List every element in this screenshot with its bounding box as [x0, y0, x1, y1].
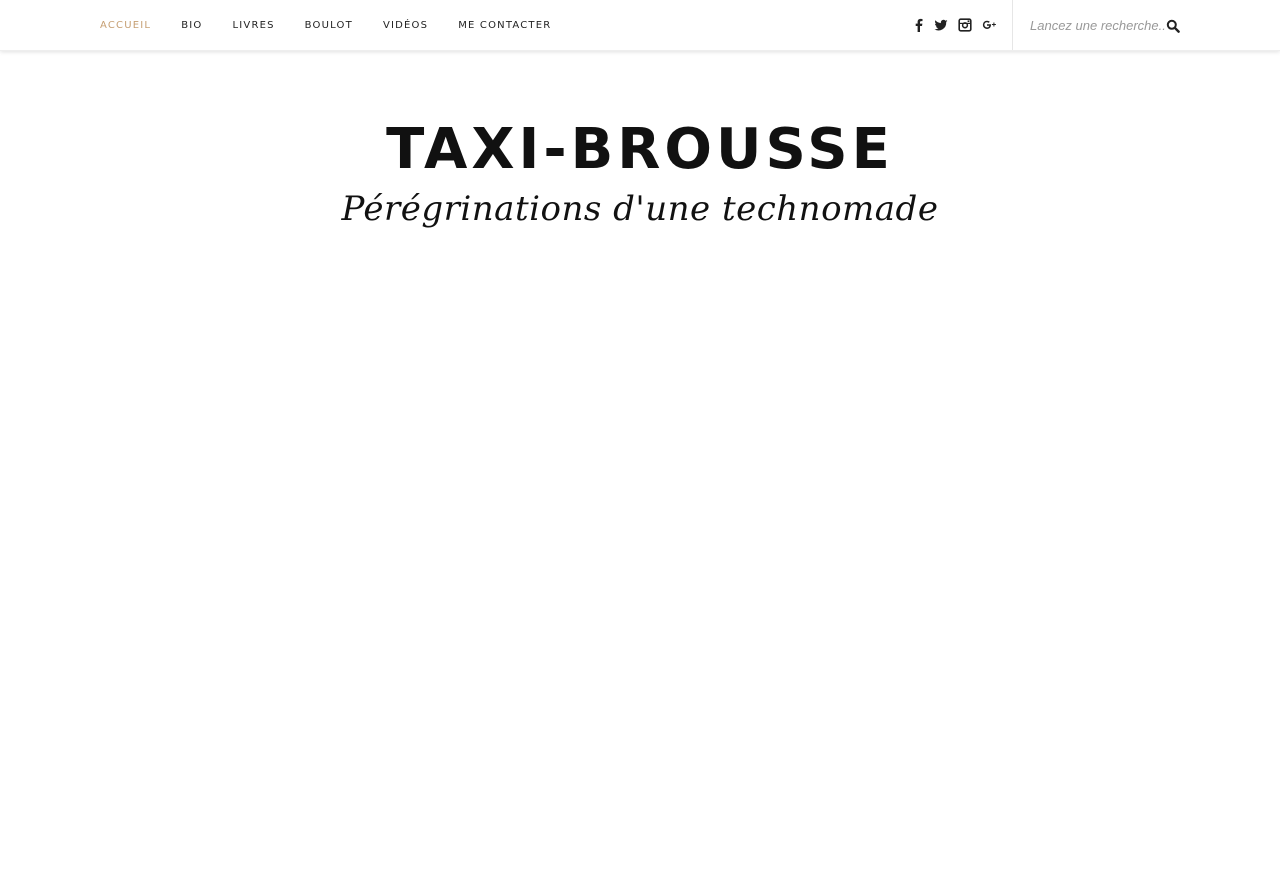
nav-item-livres[interactable]: LIVRES: [232, 20, 274, 31]
main-nav: ACCUEIL BIO LIVRES BOULOT VIDÉOS ME CONT…: [100, 0, 581, 50]
search-input[interactable]: [1030, 15, 1166, 36]
top-bar: ACCUEIL BIO LIVRES BOULOT VIDÉOS ME CONT…: [0, 0, 1280, 51]
search-box: [1030, 15, 1180, 36]
site-tagline: Pérégrinations d'une technomade: [341, 189, 939, 229]
site-title[interactable]: TAXI-BROUSSE: [0, 115, 1280, 185]
search-icon[interactable]: [1166, 18, 1180, 33]
nav-item-accueil[interactable]: ACCUEIL: [100, 20, 151, 31]
twitter-icon[interactable]: [934, 18, 948, 32]
instagram-icon[interactable]: [958, 18, 972, 32]
nav-item-me-contacter[interactable]: ME CONTACTER: [458, 20, 551, 31]
nav-item-videos[interactable]: VIDÉOS: [383, 20, 428, 31]
nav-item-boulot[interactable]: BOULOT: [305, 20, 353, 31]
nav-item-bio[interactable]: BIO: [181, 20, 202, 31]
facebook-icon[interactable]: [912, 18, 926, 32]
google-plus-icon[interactable]: [982, 18, 996, 32]
nav-divider: [1012, 0, 1013, 50]
site-logo[interactable]: TAXI-BROUSSE Pérégrinations d'une techno…: [0, 115, 1280, 229]
